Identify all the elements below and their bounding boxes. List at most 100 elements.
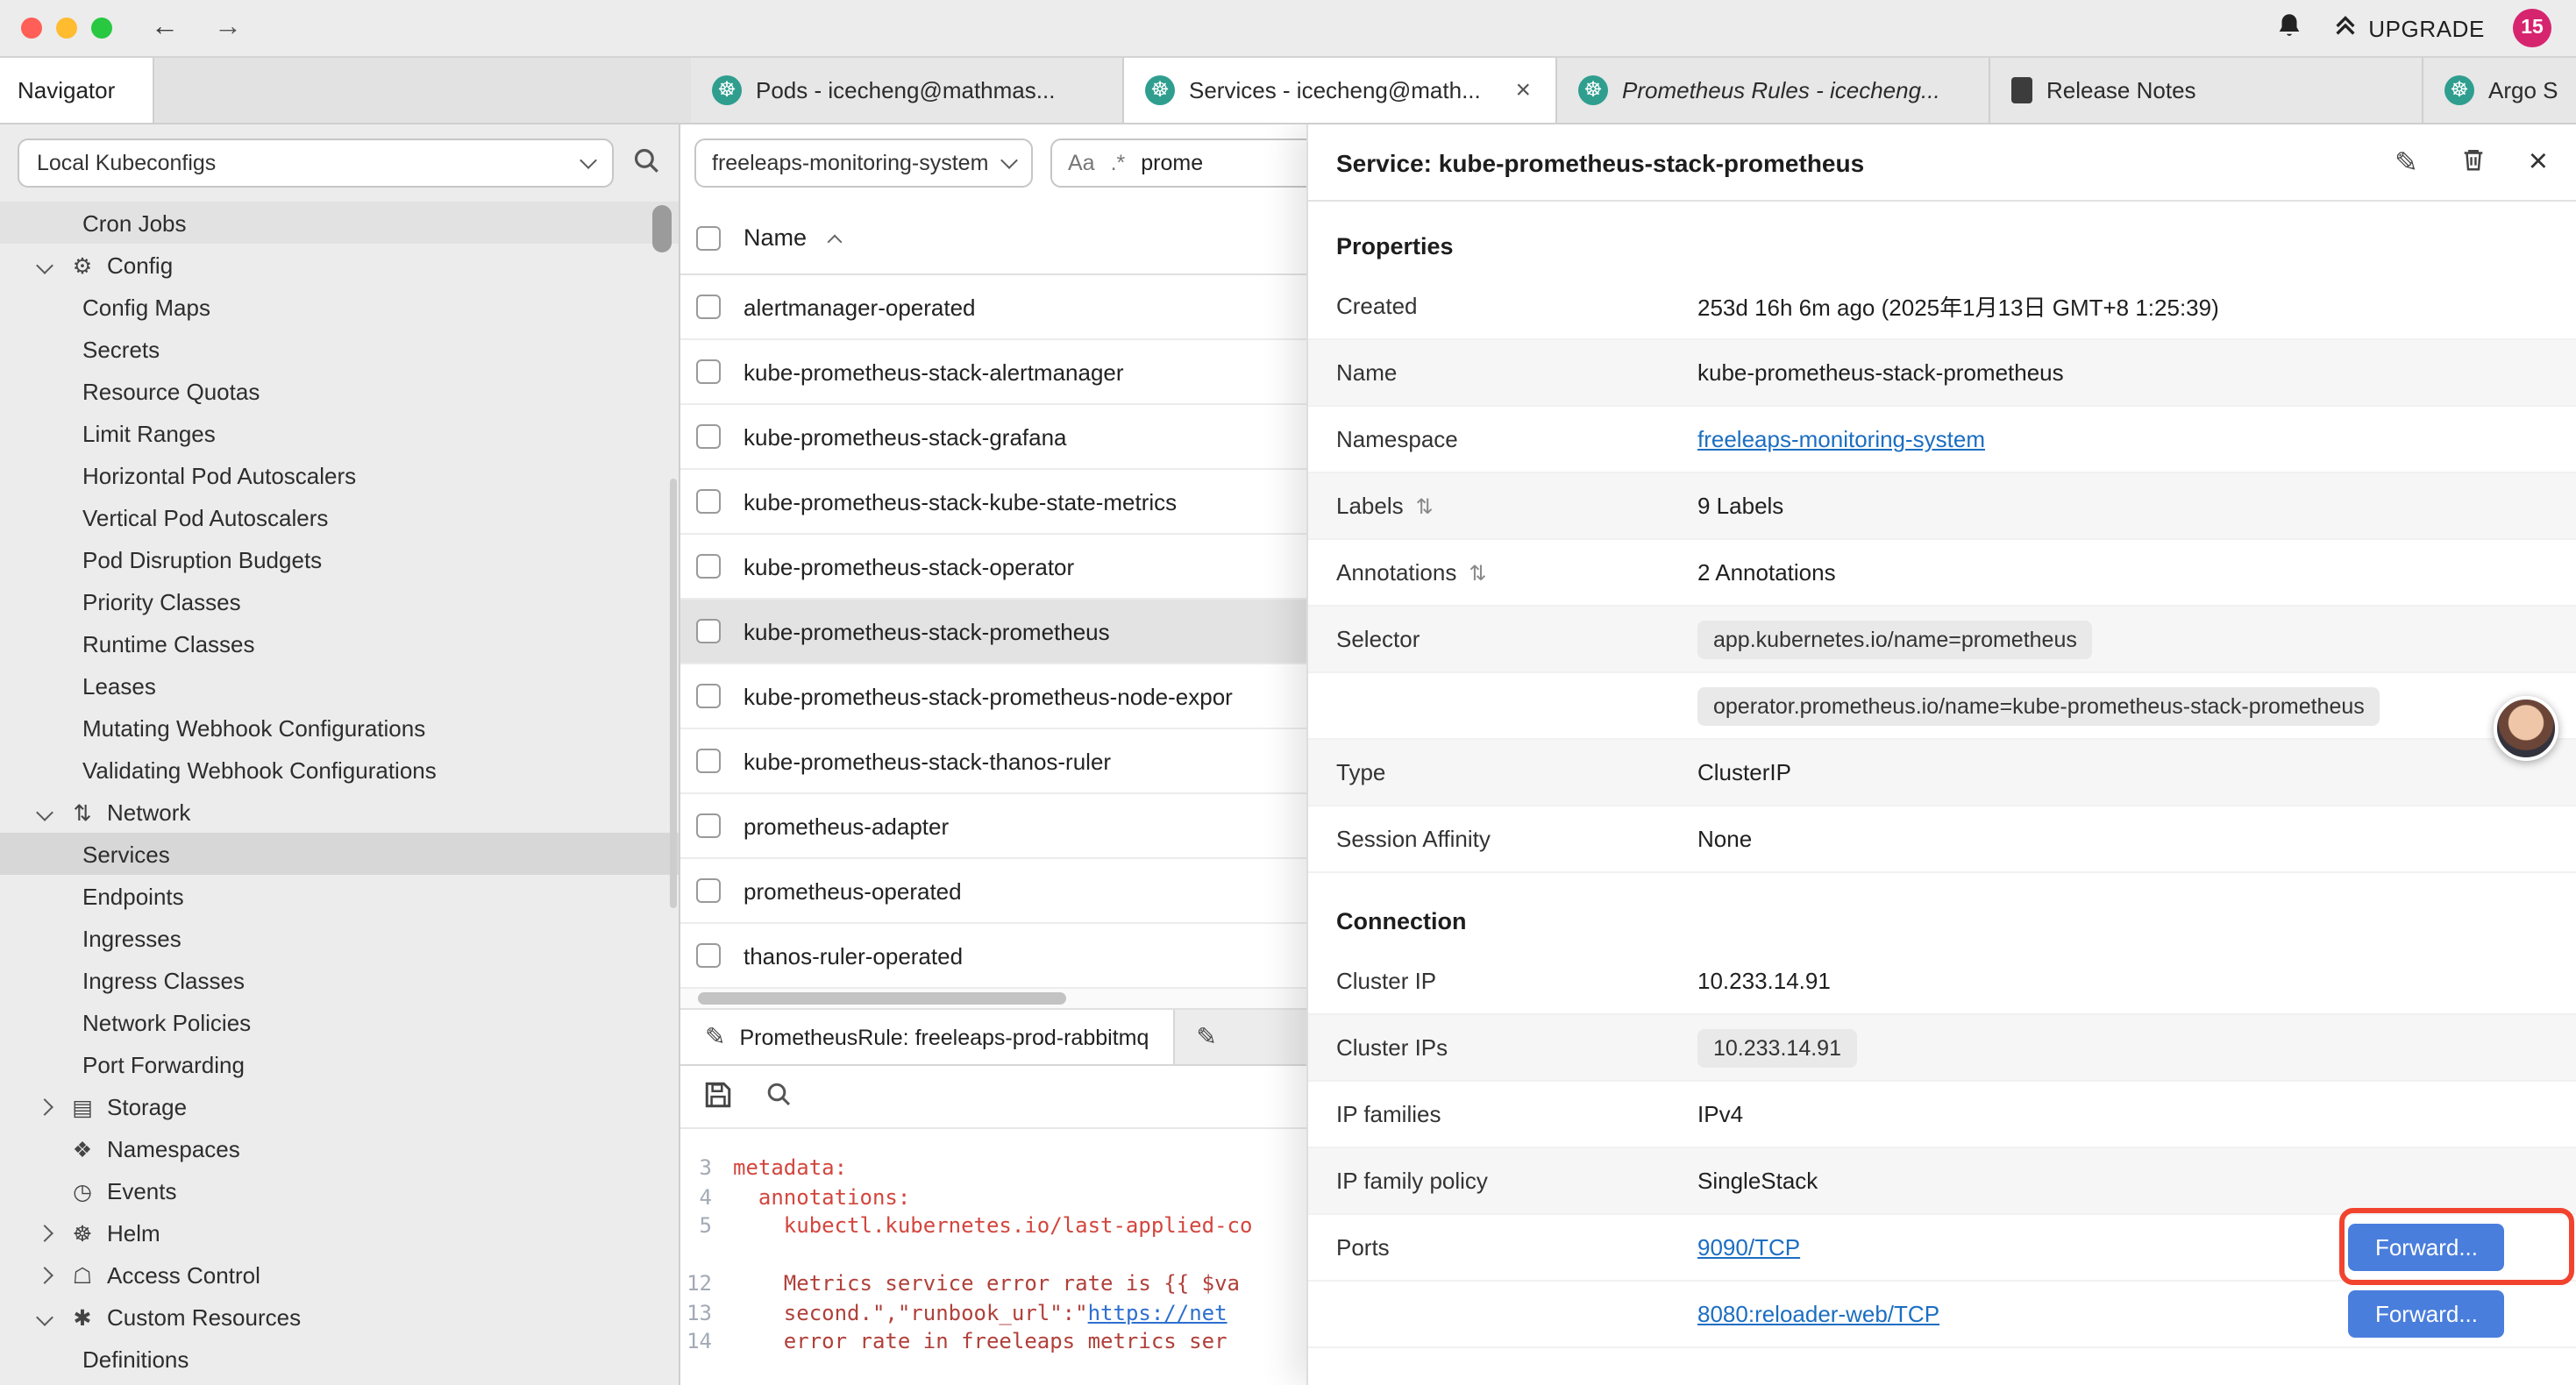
horizontal-scrollbar-thumb[interactable] [698, 992, 1066, 1005]
row-checkbox[interactable] [696, 878, 721, 903]
chevron-right-icon[interactable] [39, 1100, 67, 1112]
sidebar-item-namespaces[interactable]: ❖Namespaces [0, 1127, 679, 1169]
close-icon[interactable]: × [2529, 143, 2548, 181]
row-checkbox[interactable] [696, 749, 721, 773]
sidebar-item-limit-ranges[interactable]: Limit Ranges [0, 412, 679, 454]
port-link[interactable]: 9090/TCP [1697, 1234, 1800, 1261]
edit-icon[interactable]: ✎ [2395, 145, 2418, 180]
chevron-down-icon[interactable] [39, 806, 67, 818]
row-checkbox[interactable] [696, 424, 721, 449]
sidebar-item-validating-webhook-configurati[interactable]: Validating Webhook Configurations [0, 749, 679, 791]
storage-icon: ▤ [67, 1093, 98, 1119]
sidebar-item-events[interactable]: ◷Events [0, 1169, 679, 1211]
sidebar-item-access-control[interactable]: ☖Access Control [0, 1254, 679, 1296]
code-text: metadata: [733, 1154, 847, 1183]
sidebar-item-ingress-classes[interactable]: Ingress Classes [0, 959, 679, 1001]
sidebar-item-config-maps[interactable]: Config Maps [0, 286, 679, 328]
close-tab-icon[interactable]: × [1512, 75, 1534, 105]
kubeconfig-select[interactable]: Local Kubeconfigs [18, 138, 614, 188]
drawer-title: Service: kube-prometheus-stack-prometheu… [1336, 148, 1864, 176]
detail-value: 253d 16h 6m ago (2025年1月13日 GMT+8 1:25:3… [1697, 289, 2548, 323]
tab-label: Pods - icecheng@mathmas... [756, 77, 1055, 103]
tab-strip: Navigator ☸Pods - icecheng@mathmas...☸Se… [0, 58, 2576, 124]
port-link[interactable]: 8080:reloader-web/TCP [1697, 1301, 1939, 1327]
sidebar-item-port-forwarding[interactable]: Port Forwarding [0, 1043, 679, 1085]
sidebar-item-priority-classes[interactable]: Priority Classes [0, 580, 679, 622]
forward-button[interactable]: Forward... [2349, 1224, 2504, 1271]
sidebar-item-resource-quotas[interactable]: Resource Quotas [0, 370, 679, 412]
editor-tab-partial[interactable]: ✎ [1175, 1010, 1237, 1064]
forward-button[interactable]: Forward... [2349, 1290, 2504, 1338]
tab-pods-icecheng-mathmas[interactable]: ☸Pods - icecheng@mathmas... [691, 58, 1124, 123]
sidebar-scrollbar[interactable] [670, 479, 677, 908]
zoom-window-button[interactable] [91, 18, 112, 39]
regex-toggle[interactable]: .* [1111, 151, 1126, 175]
sidebar-item-custom-resources[interactable]: ✱Custom Resources [0, 1296, 679, 1338]
close-window-button[interactable] [21, 18, 42, 39]
search-icon[interactable] [765, 1080, 793, 1113]
editor-tab-prometheusrule[interactable]: ✎ PrometheusRule: freeleaps-prod-rabbitm… [680, 1010, 1175, 1064]
sidebar-item-leases[interactable]: Leases [0, 664, 679, 707]
titlebar: ← → UPGRADE 15 [0, 0, 2576, 58]
row-checkbox[interactable] [696, 489, 721, 514]
helm-icon: ☸ [67, 1219, 98, 1246]
chevron-right-icon[interactable] [39, 1268, 67, 1281]
detail-value: IPv4 [1697, 1101, 2548, 1127]
sidebar-item-label: Storage [107, 1093, 187, 1119]
sidebar-item-vertical-pod-autoscalers[interactable]: Vertical Pod Autoscalers [0, 496, 679, 538]
sidebar-item-ingresses[interactable]: Ingresses [0, 917, 679, 959]
row-checkbox[interactable] [696, 619, 721, 643]
sidebar-item-storage[interactable]: ▤ Storage [0, 1085, 679, 1127]
row-checkbox[interactable] [696, 943, 721, 968]
row-checkbox[interactable] [696, 813, 721, 838]
sidebar-item-config[interactable]: ⚙Config [0, 244, 679, 286]
bell-icon[interactable] [2274, 11, 2303, 46]
sidebar-item-horizontal-pod-autoscalers[interactable]: Horizontal Pod Autoscalers [0, 454, 679, 496]
sidebar-item-endpoints[interactable]: Endpoints [0, 875, 679, 917]
chevron-down-icon[interactable] [39, 1310, 67, 1323]
sidebar-scrollbar-thumb[interactable] [652, 205, 672, 252]
row-checkbox[interactable] [696, 295, 721, 319]
tab-release-notes[interactable]: Release Notes [1990, 58, 2423, 123]
sidebar-item-services[interactable]: Services [0, 833, 679, 875]
sidebar-item-network-policies[interactable]: Network Policies [0, 1001, 679, 1043]
notification-count-badge[interactable]: 15 [2513, 9, 2551, 47]
search-icon[interactable] [631, 146, 661, 181]
namespace-filter-select[interactable]: freeleaps-monitoring-system [694, 138, 1033, 188]
row-checkbox[interactable] [696, 359, 721, 384]
tab-prometheus-rules-icecheng[interactable]: ☸Prometheus Rules - icecheng... [1557, 58, 1990, 123]
sidebar-item-network[interactable]: ⇅Network [0, 791, 679, 833]
save-icon[interactable] [703, 1079, 733, 1114]
tab-argo-s[interactable]: ☸Argo S [2423, 58, 2576, 123]
floating-avatar[interactable] [2494, 696, 2558, 761]
detail-row-cluster-ip: Cluster IP10.233.14.91 [1308, 948, 2576, 1015]
match-case-toggle[interactable]: Aa [1068, 151, 1095, 175]
detail-value: 9090/TCP Forward... [1697, 1224, 2548, 1271]
sidebar-item-pod-disruption-budgets[interactable]: Pod Disruption Budgets [0, 538, 679, 580]
trash-icon[interactable] [2460, 146, 2487, 179]
forward-arrow-icon[interactable]: → [214, 12, 242, 44]
sidebar-item-helm[interactable]: ☸Helm [0, 1211, 679, 1254]
upgrade-button[interactable]: UPGRADE [2331, 12, 2485, 44]
sidebar-item-runtime-classes[interactable]: Runtime Classes [0, 622, 679, 664]
row-checkbox[interactable] [696, 684, 721, 708]
back-arrow-icon[interactable]: ← [151, 12, 179, 44]
minimize-window-button[interactable] [56, 18, 77, 39]
sidebar-item-mutating-webhook-configuration[interactable]: Mutating Webhook Configurations [0, 707, 679, 749]
sort-toggle-icon[interactable]: ⇅ [1469, 560, 1486, 585]
namespace-link[interactable]: freeleaps-monitoring-system [1697, 426, 1985, 452]
resource-search-input[interactable]: Aa .* prome [1050, 138, 1348, 188]
sidebar-item-secrets[interactable]: Secrets [0, 328, 679, 370]
navigator-panel-tab[interactable]: Navigator [0, 58, 154, 123]
chevron-down-icon [580, 152, 597, 169]
sidebar-item-cron-jobs[interactable]: Cron Jobs [0, 202, 679, 244]
chevron-down-icon[interactable] [39, 259, 67, 271]
row-checkbox[interactable] [696, 554, 721, 579]
chevron-right-icon[interactable] [39, 1226, 67, 1239]
detail-value: freeleaps-monitoring-system [1697, 426, 2548, 452]
sort-toggle-icon[interactable]: ⇅ [1416, 494, 1434, 518]
tab-services-icecheng-math[interactable]: ☸Services - icecheng@math...× [1124, 58, 1557, 123]
line-number: 13 [680, 1298, 733, 1327]
sidebar-item-definitions[interactable]: Definitions [0, 1338, 679, 1380]
select-all-checkbox[interactable] [696, 225, 721, 250]
